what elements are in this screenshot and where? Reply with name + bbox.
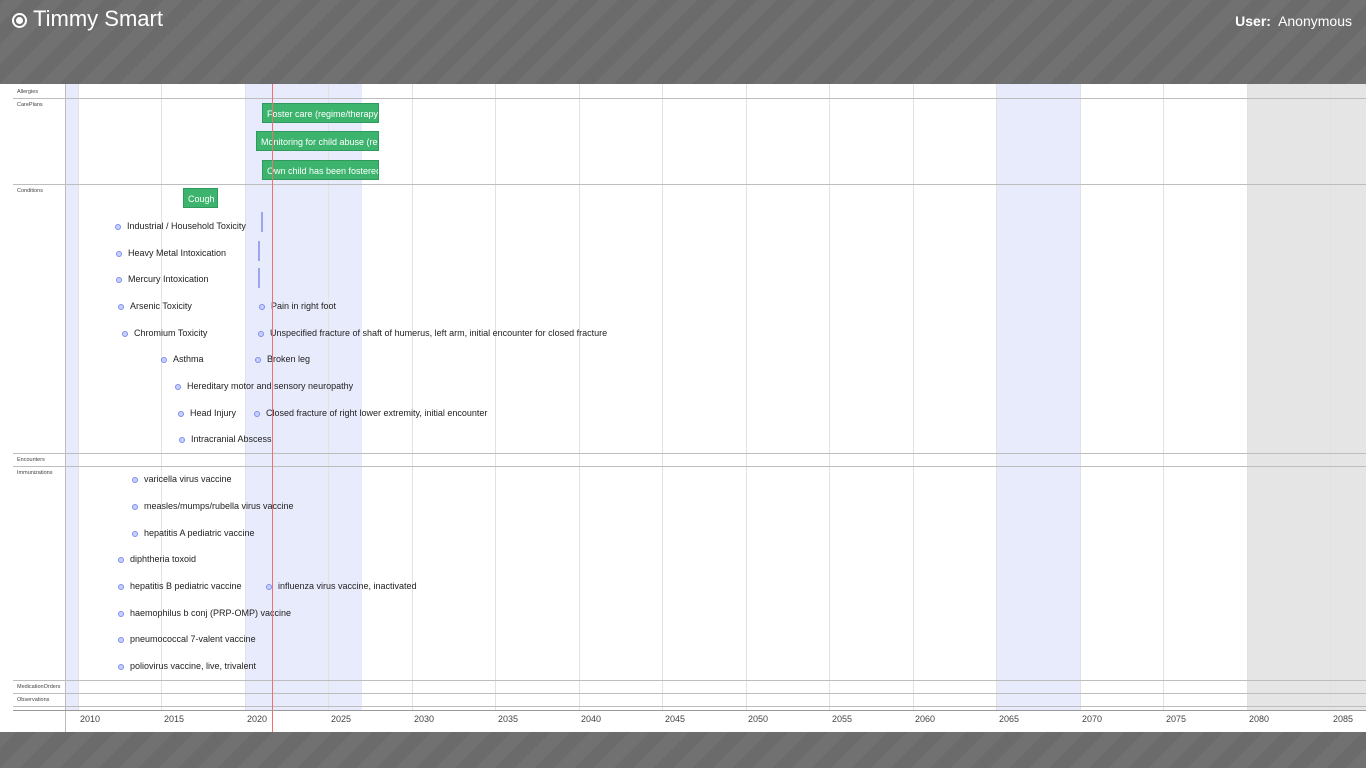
axis-year-label: 2065 [999,714,1020,724]
axis-year-label: 2015 [164,714,185,724]
condition-bar-cough[interactable]: Cough [183,188,218,208]
condition-item[interactable]: Industrial / Household Toxicity [127,220,246,232]
axis-year-label: 2070 [1082,714,1103,724]
row-label-observations: Observations [17,697,50,703]
immunization-item[interactable]: influenza virus vaccine, inactivated [278,580,417,592]
event-dot[interactable] [118,304,124,310]
highlight-band [996,84,1080,710]
axis-year-label: 2055 [832,714,853,724]
careplan-bar[interactable]: Foster care (regime/therapy) [262,103,379,123]
row-label-medication-orders: MedicationOrders [17,684,61,690]
event-dot[interactable] [118,637,124,643]
axis-year-label: 2050 [748,714,769,724]
row-label-careplans: CarePlans [17,102,43,108]
event-dot[interactable] [118,584,124,590]
duration-bar[interactable] [261,212,263,232]
user-info: User: Anonymous [1235,13,1352,29]
event-dot[interactable] [118,557,124,563]
future-band [1247,84,1366,710]
condition-item[interactable]: Closed fracture of right lower extremity… [266,407,487,419]
immunization-item[interactable]: poliovirus vaccine, live, trivalent [130,660,256,672]
timeline-panel[interactable]: Allergies CarePlans Conditions Encounter… [0,84,1366,732]
event-dot[interactable] [254,411,260,417]
event-dot[interactable] [116,251,122,257]
careplan-bar[interactable]: Monitoring for child abuse (regime/thera… [256,131,379,151]
event-dot[interactable] [118,664,124,670]
condition-item[interactable]: Hereditary motor and sensory neuropathy [187,380,353,392]
axis-year-label: 2085 [1333,714,1354,724]
axis-year-label: 2010 [80,714,101,724]
condition-item[interactable]: Broken leg [267,353,310,365]
condition-item[interactable]: Chromium Toxicity [134,327,207,339]
event-dot[interactable] [161,357,167,363]
current-date-line [272,84,273,732]
row-label-immunizations: Immunizations [17,470,53,476]
patient-title: Timmy Smart [12,6,163,32]
user-name: Anonymous [1278,13,1352,29]
event-dot[interactable] [132,531,138,537]
duration-bar[interactable] [258,268,260,288]
condition-item[interactable]: Heavy Metal Intoxication [128,247,226,259]
condition-item[interactable]: Head Injury [190,407,236,419]
radio-icon[interactable] [12,13,27,28]
duration-bar[interactable] [258,241,260,261]
condition-item[interactable]: Asthma [173,353,204,365]
event-dot[interactable] [116,277,122,283]
immunization-item[interactable]: pneumococcal 7-valent vaccine [130,633,256,645]
event-dot[interactable] [118,611,124,617]
condition-item[interactable]: Unspecified fracture of shaft of humerus… [270,327,607,339]
event-dot[interactable] [132,477,138,483]
condition-item[interactable]: Arsenic Toxicity [130,300,192,312]
axis-year-label: 2060 [915,714,936,724]
immunization-item[interactable]: hepatitis B pediatric vaccine [130,580,242,592]
immunization-item[interactable]: diphtheria toxoid [130,553,196,565]
axis-year-label: 2025 [331,714,352,724]
event-dot[interactable] [179,437,185,443]
row-label-allergies: Allergies [17,89,39,95]
careplan-bar[interactable]: Own child has been fostered [262,160,379,180]
immunization-item[interactable]: haemophilus b conj (PRP-OMP) vaccine [130,607,291,619]
event-dot[interactable] [132,504,138,510]
user-label: User: [1235,13,1271,29]
condition-item[interactable]: Mercury Intoxication [128,273,209,285]
axis-year-label: 2045 [665,714,686,724]
app-footer [0,732,1366,768]
event-dot[interactable] [122,331,128,337]
axis-year-label: 2030 [414,714,435,724]
app-header: Timmy Smart User: Anonymous [0,0,1366,84]
row-label-conditions: Conditions [17,188,43,194]
immunization-item[interactable]: varicella virus vaccine [144,473,232,485]
axis-year-label: 2020 [247,714,268,724]
patient-name: Timmy Smart [33,6,163,31]
event-dot[interactable] [178,411,184,417]
axis-year-label: 2080 [1249,714,1270,724]
event-dot[interactable] [258,331,264,337]
axis-year-label: 2075 [1166,714,1187,724]
axis-year-label: 2040 [581,714,602,724]
row-label-encounters: Encounters [17,457,45,463]
condition-item[interactable]: Intracranial Abscess [191,433,272,445]
highlight-band [66,84,78,710]
axis-year-label: 2035 [498,714,519,724]
event-dot[interactable] [175,384,181,390]
condition-item[interactable]: Pain in right foot [271,300,336,312]
event-dot[interactable] [115,224,121,230]
event-dot[interactable] [259,304,265,310]
event-dot[interactable] [255,357,261,363]
immunization-item[interactable]: hepatitis A pediatric vaccine [144,527,255,539]
